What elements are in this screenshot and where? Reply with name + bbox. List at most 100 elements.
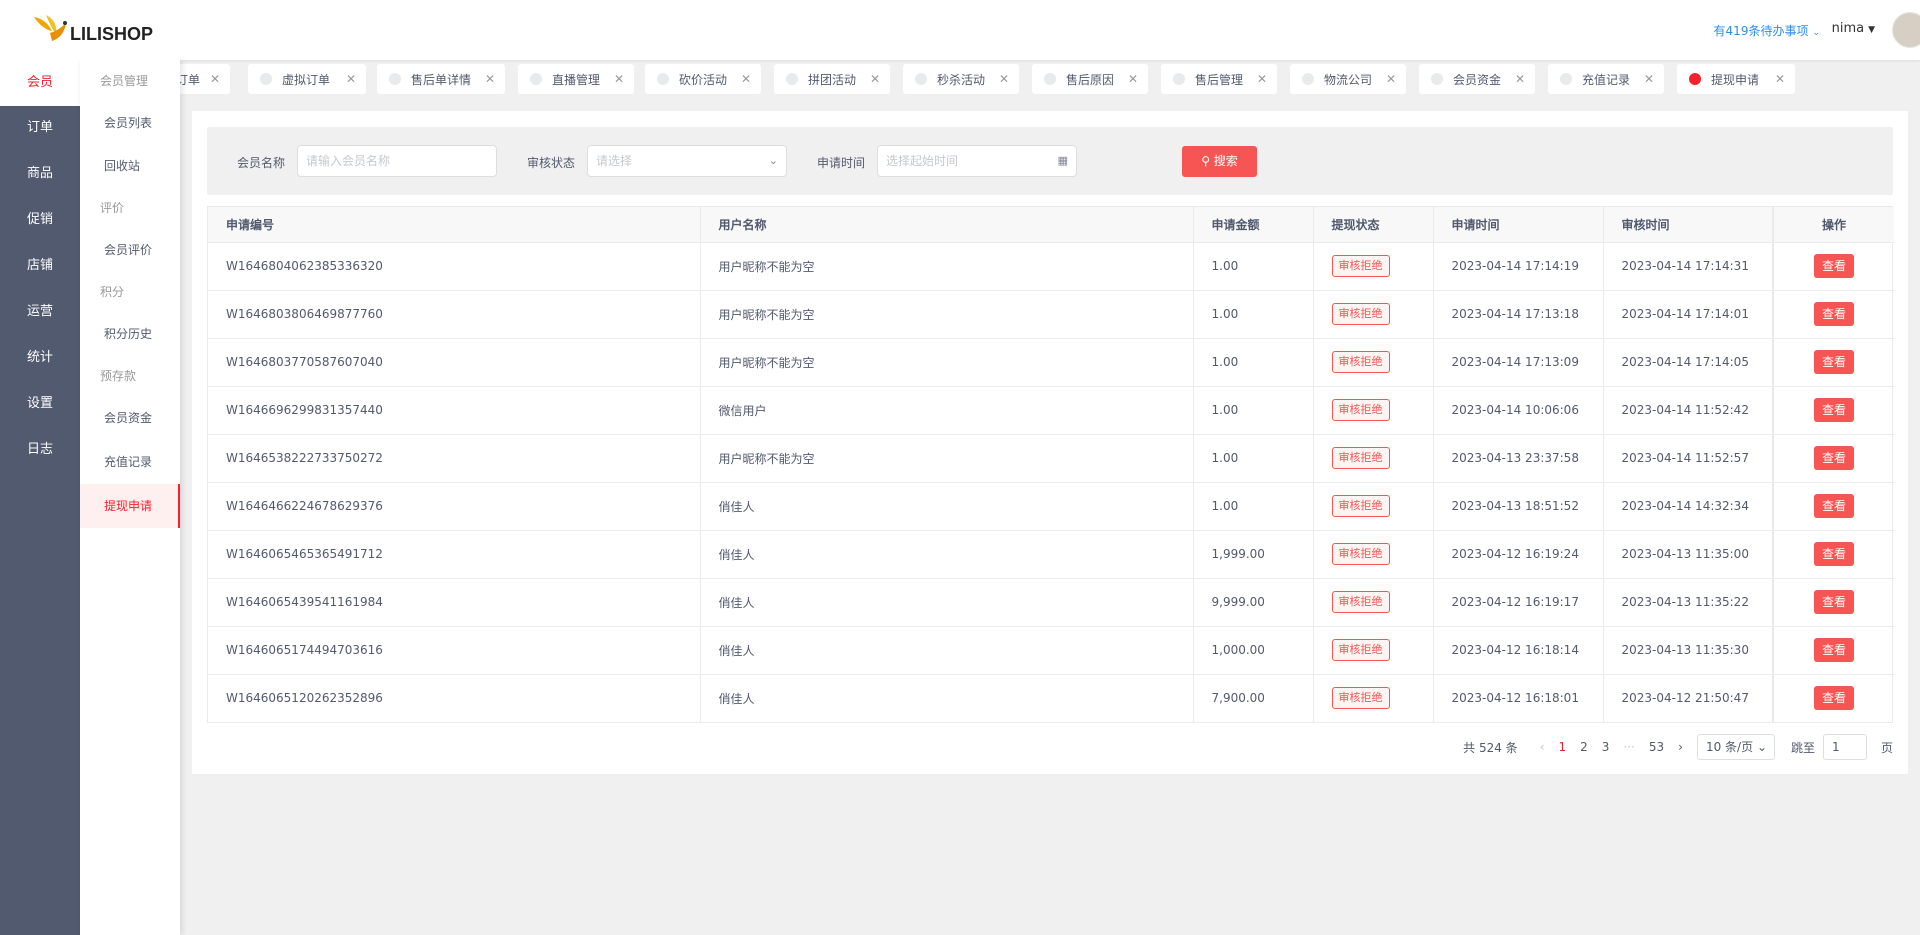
table-row: W1646804062385336320 用户昵称不能为空 1.00 审核拒绝 2023…: [208, 242, 1894, 291]
view-button[interactable]: 查看: [1814, 494, 1854, 518]
close-icon[interactable]: ✕: [1775, 72, 1785, 86]
page-ellipsis[interactable]: ···: [1623, 740, 1634, 754]
search-icon: ⚲: [1201, 154, 1214, 168]
close-icon[interactable]: ✕: [1644, 72, 1654, 86]
status-badge: 审核拒绝: [1331, 687, 1390, 710]
view-button[interactable]: 查看: [1814, 542, 1854, 566]
page-size-select[interactable]: 10 条/页 ⌄: [1696, 734, 1775, 760]
col-actions: 操作: [1772, 207, 1894, 243]
status-dot-icon: [1302, 73, 1314, 85]
cell-withdraw-status: 审核拒绝: [1313, 530, 1434, 579]
submenu-item-member-funds[interactable]: 会员资金: [80, 396, 180, 440]
next-page-icon[interactable]: ›: [1678, 740, 1683, 754]
apply-time-picker[interactable]: 选择起始时间 ▦: [877, 145, 1077, 177]
cell-withdraw-status: 审核拒绝: [1313, 434, 1434, 483]
table-row: W1646065174494703616 俏佳人 1,000.00 审核拒绝 2023-…: [208, 626, 1894, 675]
submenu-item-member-review[interactable]: 会员评价: [80, 228, 180, 272]
cell-apply-time: 2023-04-12 16:18:01: [1433, 674, 1604, 722]
submenu-item-member-list[interactable]: 会员列表: [80, 101, 180, 145]
tab-group-buy[interactable]: 拼团活动 ✕: [774, 64, 890, 94]
close-icon[interactable]: ✕: [210, 72, 220, 86]
cell-amount: 9,999.00: [1193, 578, 1314, 627]
nav-item-member[interactable]: 会员: [0, 60, 80, 106]
nav-item-settings[interactable]: 设置: [0, 381, 80, 427]
cell-amount: 1.00: [1193, 386, 1314, 435]
nav-item-orders[interactable]: 订单: [0, 105, 80, 151]
view-button[interactable]: 查看: [1814, 446, 1854, 470]
cell-apply-no: W1646696299831357440: [208, 386, 701, 435]
col-audit-time: 审核时间: [1603, 207, 1774, 243]
close-icon[interactable]: ✕: [1386, 72, 1396, 86]
tab-member-funds[interactable]: 会员资金 ✕: [1419, 64, 1535, 94]
user-menu[interactable]: nima ▼: [1832, 21, 1875, 36]
close-icon[interactable]: ✕: [999, 72, 1009, 86]
view-button[interactable]: 查看: [1814, 686, 1854, 711]
submenu-item-withdraw-apply[interactable]: 提现申请: [80, 484, 180, 528]
view-button[interactable]: 查看: [1814, 350, 1854, 374]
tab-aftersale-management[interactable]: 售后管理 ✕: [1161, 64, 1277, 94]
jump-label: 跳至: [1790, 740, 1815, 755]
jump-page-input[interactable]: 1: [1822, 734, 1867, 760]
tab-logistics[interactable]: 物流公司 ✕: [1290, 64, 1406, 94]
close-icon[interactable]: ✕: [1515, 72, 1525, 86]
tab-virtual-orders[interactable]: 虚拟订单 ✕: [248, 64, 366, 94]
cell-apply-no: W1646065120262352896: [208, 674, 701, 722]
cell-actions: 查看: [1772, 338, 1894, 387]
close-icon[interactable]: ✕: [1257, 72, 1267, 86]
prev-page-icon[interactable]: ‹: [1540, 740, 1545, 754]
cell-amount: 1,999.00: [1193, 530, 1314, 579]
nav-item-store[interactable]: 店铺: [0, 243, 80, 289]
tab-seckill[interactable]: 秒杀活动 ✕: [903, 64, 1019, 94]
tab-aftersale-detail[interactable]: 售后单详情 ✕: [377, 64, 505, 94]
todo-link[interactable]: 有419条待办事项 ⌄: [1714, 22, 1820, 39]
tab-withdraw-apply[interactable]: 提现申请 ✕: [1677, 64, 1795, 94]
submenu-item-recycle-bin[interactable]: 回收站: [80, 144, 180, 188]
status-badge: 审核拒绝: [1331, 543, 1390, 565]
chevron-down-icon: ⌄: [1756, 740, 1767, 754]
view-button[interactable]: 查看: [1814, 590, 1854, 614]
view-button[interactable]: 查看: [1814, 254, 1854, 278]
close-icon[interactable]: ✕: [741, 72, 751, 86]
view-button[interactable]: 查看: [1814, 302, 1854, 326]
cell-actions: 查看: [1772, 242, 1894, 291]
calendar-icon: ▦: [1057, 154, 1068, 167]
cell-user-name: 用户昵称不能为空: [700, 290, 1194, 339]
close-icon[interactable]: ✕: [485, 72, 495, 86]
close-icon[interactable]: ✕: [346, 72, 356, 86]
logo[interactable]: LILISHOP: [0, 0, 180, 60]
tab-orders[interactable]: 订单 ✕: [180, 64, 230, 94]
col-apply-no: 申请编号: [208, 207, 701, 243]
tab-live-management[interactable]: 直播管理 ✕: [518, 64, 634, 94]
nav-item-log[interactable]: 日志: [0, 427, 80, 473]
avatar[interactable]: [1892, 12, 1920, 48]
cell-apply-no: W1646804062385336320: [208, 242, 701, 291]
page-last[interactable]: 53: [1649, 740, 1664, 754]
nav-item-statistics[interactable]: 统计: [0, 335, 80, 381]
view-button[interactable]: 查看: [1814, 638, 1854, 662]
cell-audit-time: 2023-04-14 17:14:31: [1603, 242, 1774, 291]
close-icon[interactable]: ✕: [614, 72, 624, 86]
submenu-item-points-history[interactable]: 积分历史: [80, 312, 180, 356]
status-badge: 审核拒绝: [1331, 255, 1390, 277]
audit-status-select[interactable]: 请选择 ⌄: [587, 145, 787, 177]
search-button[interactable]: ⚲ 搜索: [1182, 146, 1257, 177]
nav-item-operation[interactable]: 运营: [0, 289, 80, 335]
tab-bargain[interactable]: 砍价活动 ✕: [645, 64, 761, 94]
view-button[interactable]: 查看: [1814, 398, 1854, 422]
cell-apply-no: W1646065174494703616: [208, 626, 701, 675]
apply-time-label: 申请时间: [817, 156, 866, 170]
submenu-group-points: 积分: [100, 285, 125, 299]
member-name-input[interactable]: 请输入会员名称: [297, 145, 497, 177]
chevron-down-icon: ⌄: [1812, 28, 1820, 38]
cell-apply-time: 2023-04-14 17:13:09: [1433, 338, 1604, 387]
close-icon[interactable]: ✕: [1128, 72, 1138, 86]
close-icon[interactable]: ✕: [870, 72, 880, 86]
tab-recharge-records[interactable]: 充值记录 ✕: [1548, 64, 1664, 94]
nav-item-promotion[interactable]: 促销: [0, 197, 80, 243]
page-2[interactable]: 2: [1580, 740, 1588, 754]
tab-aftersale-reason[interactable]: 售后原因 ✕: [1032, 64, 1148, 94]
page-1[interactable]: 1: [1559, 740, 1567, 754]
page-3[interactable]: 3: [1602, 740, 1610, 754]
submenu-item-recharge-records[interactable]: 充值记录: [80, 440, 180, 484]
nav-item-goods[interactable]: 商品: [0, 151, 80, 197]
